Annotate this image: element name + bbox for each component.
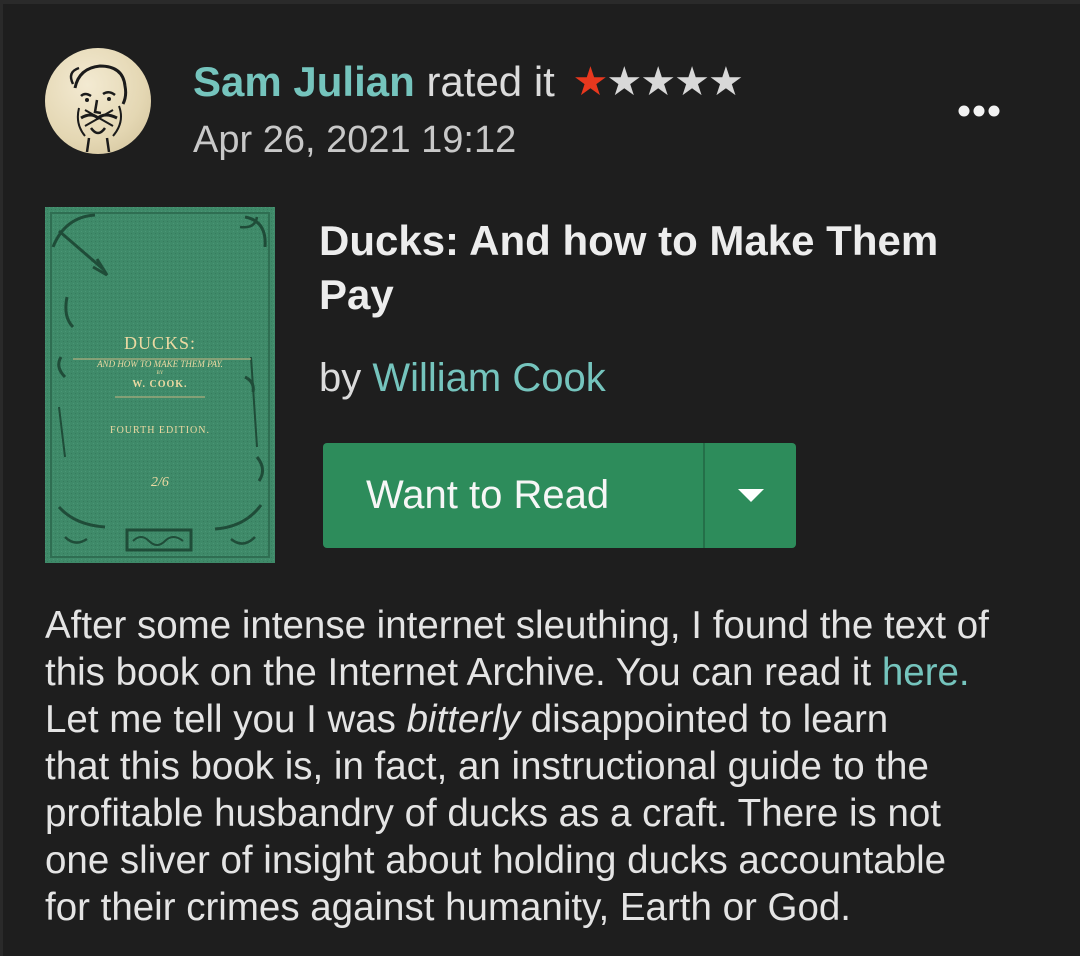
star-empty-icon: ★ <box>674 60 710 104</box>
author-link[interactable]: William Cook <box>372 356 605 400</box>
star-rating: ★★★★★ <box>572 56 744 108</box>
review-line: that this book is, in fact, an instructi… <box>45 745 929 788</box>
review-text-segment: this book on the Internet Archive. You c… <box>45 651 882 694</box>
star-empty-icon: ★ <box>707 60 744 104</box>
book-title-link[interactable]: Ducks: And how to Make Them Pay <box>319 214 1019 322</box>
cover-by: BY <box>156 371 164 376</box>
cover-subtitle: AND HOW TO MAKE THEM PAY. <box>97 359 223 369</box>
review-line: After some intense internet sleuthing, I… <box>45 604 989 647</box>
review-line: for their crimes against humanity, Earth… <box>45 886 851 929</box>
review-line: Let me tell you I was bitterly disappoin… <box>45 696 1055 743</box>
user-name-link[interactable]: Sam Julian <box>193 58 415 105</box>
book-cover[interactable]: DUCKS: AND HOW TO MAKE THEM PAY. BY W. C… <box>45 207 275 563</box>
caret-down-icon <box>738 489 764 502</box>
cover-author: W. COOK. <box>132 379 188 390</box>
star-empty-icon: ★ <box>606 60 642 104</box>
more-options-button[interactable] <box>948 96 1012 130</box>
review-header: Sam Julian rated it ★★★★★ <box>193 56 744 108</box>
star-empty-icon: ★ <box>640 60 676 104</box>
emphasis-text: bitterly <box>406 698 521 741</box>
user-avatar-sketch-icon <box>69 64 128 153</box>
review-timestamp[interactable]: Apr 26, 2021 19:12 <box>193 116 516 164</box>
here-link[interactable]: here. <box>882 651 970 694</box>
review-line: profitable husbandry of ducks as a craft… <box>45 792 941 835</box>
review-text-segment: disappointed to learn <box>520 698 889 741</box>
user-avatar[interactable] <box>45 48 151 154</box>
review-text: After some intense internet sleuthing, I… <box>45 602 1055 931</box>
rated-label: rated it <box>426 58 555 105</box>
cover-edition: FOURTH EDITION. <box>110 425 210 436</box>
review-line: one sliver of insight about holding duck… <box>45 839 947 882</box>
review-card: Sam Julian rated it ★★★★★ Apr 26, 2021 1… <box>0 0 1080 956</box>
shelf-dropdown-button[interactable] <box>705 443 796 548</box>
star-filled-icon: ★ <box>572 60 609 104</box>
more-horizontal-icon <box>958 105 1000 117</box>
review-line: this book on the Internet Archive. You c… <box>45 649 1055 696</box>
want-to-read-button[interactable]: Want to Read <box>323 443 703 548</box>
by-label: by <box>319 356 362 400</box>
book-byline: by William Cook <box>319 352 606 404</box>
cover-title: DUCKS: <box>123 333 196 353</box>
review-text-segment: Let me tell you I was <box>45 698 407 741</box>
cover-price: 2/6 <box>151 475 169 490</box>
